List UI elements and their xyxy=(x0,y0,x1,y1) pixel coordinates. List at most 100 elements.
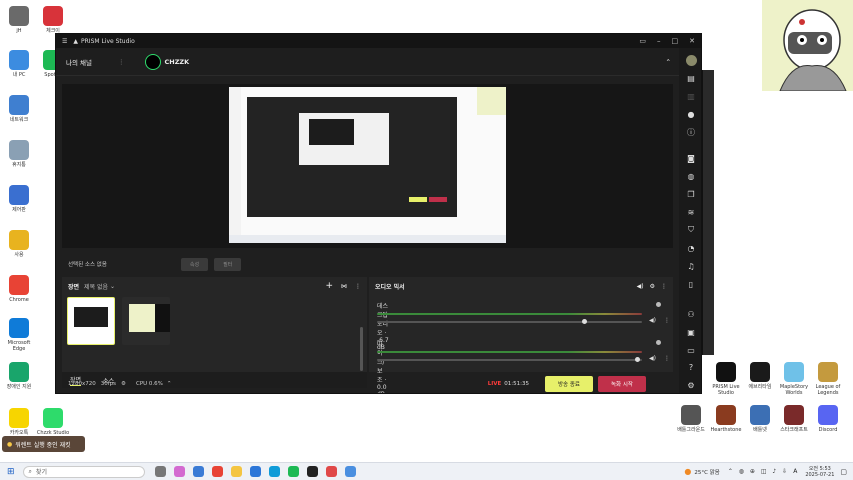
volume-slider[interactable] xyxy=(377,359,642,361)
desktop-icon[interactable]: 에브리타임 xyxy=(743,362,777,390)
app-icon xyxy=(784,405,804,425)
desktop-icon[interactable]: 내 PC xyxy=(2,50,36,78)
settings-gear-icon[interactable]: ⚙ xyxy=(121,381,126,387)
mixer-toggle[interactable] xyxy=(656,340,661,345)
row-more-icon[interactable]: ⋮ xyxy=(664,317,670,324)
mixer-toggle[interactable] xyxy=(656,302,661,307)
stream-preview[interactable] xyxy=(229,87,506,243)
sticker-icon[interactable]: ◔ xyxy=(679,239,701,257)
filters-button[interactable]: 필터 xyxy=(214,257,242,271)
help-icon[interactable]: ? xyxy=(679,359,701,377)
volume-slider[interactable] xyxy=(377,321,642,323)
notification-pill[interactable]: ● 워렌트 실행 중인 재킷 xyxy=(2,436,85,452)
sidebar-settings-icon[interactable]: ⚙ xyxy=(679,377,701,393)
desktop-icon-label: 휴지통 xyxy=(12,162,26,168)
pin-icon[interactable]: ▭ xyxy=(639,37,646,45)
desktop-icon[interactable]: 배틀넷 xyxy=(743,405,777,433)
scenes-dropdown[interactable]: 제목 없음 xyxy=(84,282,108,291)
clock[interactable]: 오전 5:53 2025-07-21 xyxy=(805,466,834,478)
start-recording-button[interactable]: 녹화 시작 xyxy=(598,376,646,392)
desktop-icon[interactable]: PRISM Live Studio xyxy=(709,362,743,396)
desktop-icon[interactable]: Chzzk Studio xyxy=(36,408,70,436)
add-scene-icon[interactable]: + xyxy=(325,281,333,291)
mute-icon[interactable]: ◀) xyxy=(649,355,656,362)
mute-icon[interactable]: ◀) xyxy=(649,317,656,324)
desktop-icon[interactable]: 장애인 지원 xyxy=(2,362,36,390)
desktop-icon[interactable]: 배틀그라운드 xyxy=(674,405,708,433)
desktop-icon[interactable]: League of Legends xyxy=(811,362,845,396)
task-view-icon[interactable] xyxy=(154,466,166,477)
maximize-icon[interactable]: □ xyxy=(672,37,679,45)
collapse-icon[interactable]: ⌃ xyxy=(666,58,671,66)
desktop-icon[interactable]: Chrome xyxy=(2,275,36,303)
copilot-icon[interactable] xyxy=(173,466,185,477)
scene-more-icon[interactable]: ⋮ xyxy=(355,283,361,290)
desktop-icon[interactable]: Microsoft Edge xyxy=(2,318,36,352)
notice-icon[interactable]: ▭ xyxy=(679,341,701,359)
input-language[interactable]: A xyxy=(793,468,797,475)
desktop-icon[interactable]: 휴지통 xyxy=(2,140,36,168)
desktop-icon[interactable]: 체크이 xyxy=(36,6,70,34)
chevron-down-icon[interactable]: ⌄ xyxy=(110,283,115,290)
titlebar: ☰ ▲ PRISM Live Studio ▭ – □ ✕ xyxy=(56,34,701,48)
desktop-icon[interactable]: 네트워크 xyxy=(2,95,36,123)
camera-icon[interactable]: ◙ xyxy=(679,150,701,168)
mixer-more-icon[interactable]: ⋮ xyxy=(661,283,667,290)
close-icon[interactable]: ✕ xyxy=(689,37,695,45)
properties-button[interactable]: 속성 xyxy=(180,257,209,271)
desktop-icon[interactable]: 카카오톡 xyxy=(2,408,36,436)
end-broadcast-button[interactable]: 방송 종료 xyxy=(545,376,593,392)
edge-icon[interactable] xyxy=(268,466,280,477)
platform-avatar[interactable] xyxy=(144,53,161,70)
minimize-icon[interactable]: – xyxy=(657,37,661,45)
group-icon[interactable]: ⚇ xyxy=(679,305,701,323)
mixer-settings-icon[interactable]: ⚙ xyxy=(650,283,655,290)
scene-thumbnail-1[interactable] xyxy=(67,297,115,345)
copy-icon[interactable]: ❐ xyxy=(679,186,701,204)
chat-icon[interactable]: ● xyxy=(679,106,701,124)
game-icon[interactable] xyxy=(325,466,337,477)
weather-text[interactable]: 25°C 맑음 xyxy=(694,468,719,476)
spotify-icon[interactable] xyxy=(287,466,299,477)
channel-label[interactable]: 나의 채널 xyxy=(66,57,92,67)
app-icon-2[interactable] xyxy=(192,466,204,477)
messenger-icon[interactable] xyxy=(344,466,356,477)
layout-icon[interactable]: ▤ xyxy=(679,70,701,88)
profile-avatar-icon[interactable] xyxy=(679,52,701,70)
scenes-scrollbar[interactable] xyxy=(360,327,363,371)
more-icon[interactable]: ⋮ xyxy=(118,58,125,66)
search-box[interactable]: ⌕ 찾기 xyxy=(22,465,145,478)
panel-icon[interactable]: ▣ xyxy=(679,323,701,341)
chrome-icon[interactable] xyxy=(211,466,223,477)
info-icon[interactable]: ⓘ xyxy=(679,124,701,142)
desktop-icon[interactable]: jH xyxy=(2,6,36,34)
volume-knob[interactable] xyxy=(581,319,587,324)
store-icon[interactable] xyxy=(249,466,261,477)
notification-icon[interactable]: ▢ xyxy=(840,468,847,476)
scene-thumbnail-2[interactable] xyxy=(122,297,170,345)
transition-icon[interactable]: ⋈ xyxy=(341,283,347,290)
volume-knob[interactable] xyxy=(634,357,640,362)
shield-icon[interactable]: ⛉ xyxy=(679,221,701,239)
app-icon xyxy=(716,362,736,382)
start-icon[interactable]: ⊞ xyxy=(7,467,15,477)
desktop-icon[interactable]: 제어판 xyxy=(2,185,36,213)
row-more-icon[interactable]: ⋮ xyxy=(664,355,670,362)
app-icon xyxy=(9,95,29,115)
wifi-icon[interactable]: ≋ xyxy=(679,204,701,222)
battery-icon[interactable]: ▯ xyxy=(679,275,701,293)
menu-icon[interactable]: ☰ xyxy=(62,38,67,45)
volume-icon[interactable]: ◀) xyxy=(637,283,644,290)
music-icon[interactable]: ♫ xyxy=(679,257,701,275)
explorer-icon[interactable] xyxy=(230,466,242,477)
desktop-icon[interactable]: 사용 xyxy=(2,230,36,258)
desktop-icon[interactable]: Discord xyxy=(811,405,845,433)
tray-icons[interactable]: ⌃ ◍ ⊕ ◫ ♪ ⇩ xyxy=(728,468,789,475)
prism-logo-icon: ▲ xyxy=(73,37,79,45)
desktop-icon[interactable]: Hearthstone xyxy=(709,405,743,433)
chevron-up-icon[interactable]: ⌃ xyxy=(167,381,172,387)
desktop-icon[interactable]: MapleStory Worlds xyxy=(777,362,811,396)
desktop-icon[interactable]: 스타크래프트 xyxy=(777,405,811,433)
prism-taskbar-icon[interactable] xyxy=(306,466,318,477)
beauty-icon[interactable]: ◍ xyxy=(679,168,701,186)
